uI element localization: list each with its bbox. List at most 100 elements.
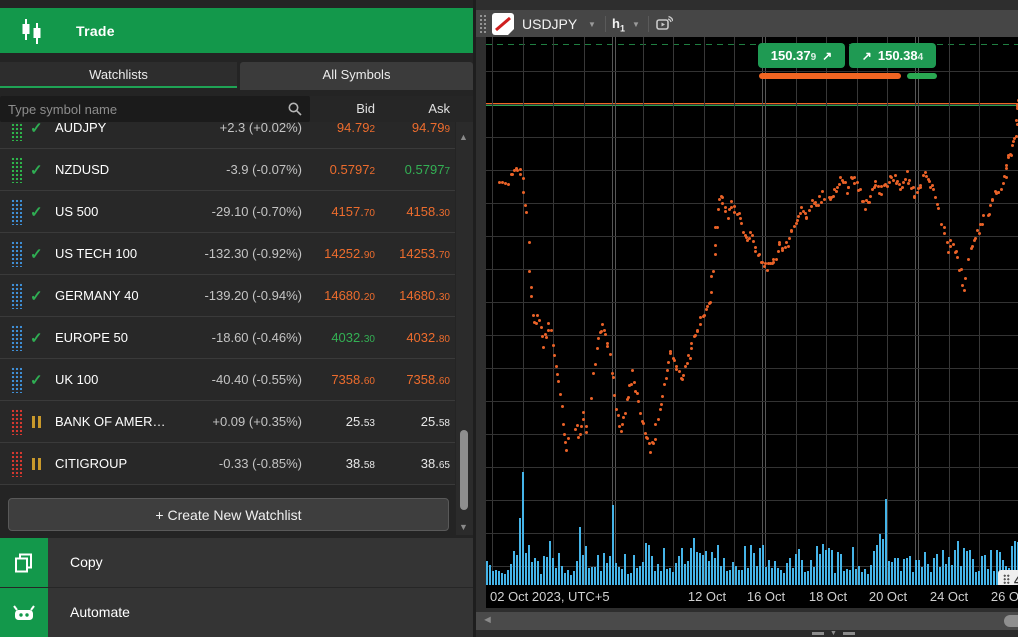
volume-bar [786, 563, 788, 585]
price-dot [931, 184, 934, 187]
price-dot [649, 451, 652, 454]
price-dot [970, 247, 973, 250]
search-input[interactable] [0, 96, 310, 122]
sell-arrow-icon: ↗ [822, 49, 832, 63]
volume-bar [912, 572, 914, 585]
search-icon[interactable] [287, 101, 303, 117]
chart-drag-handle-icon[interactable] [479, 14, 487, 33]
volume-bar [795, 554, 797, 585]
create-watchlist-button[interactable]: + Create New Watchlist [8, 498, 449, 531]
price-dot [639, 412, 642, 415]
price-dot [703, 314, 706, 317]
price-dot [559, 393, 562, 396]
price-dot [574, 428, 577, 431]
price-dot [657, 418, 660, 421]
drag-handle-icon[interactable] [11, 199, 22, 225]
gridline-v [826, 37, 827, 585]
price-dot [541, 335, 544, 338]
watchlist-scrollbar-thumb[interactable] [460, 430, 468, 510]
volume-bar [963, 548, 965, 585]
volume-bar [681, 548, 683, 585]
drag-handle-icon[interactable] [11, 283, 22, 309]
price-dot [644, 432, 647, 435]
copy-button[interactable]: Copy [0, 538, 473, 588]
price-dot [660, 403, 663, 406]
gridline-h [486, 500, 1018, 501]
drag-handle-icon[interactable] [11, 451, 22, 477]
watchlist-row[interactable]: ✓US TECH 100-132.30 (-0.92%)14252.901425… [0, 233, 455, 275]
chart-scrollbar-thumb[interactable] [1004, 615, 1018, 627]
price-dot [820, 201, 823, 204]
detach-chart-icon[interactable] [655, 15, 673, 33]
volume-bar [639, 566, 641, 585]
scroll-down-icon[interactable]: ▼ [459, 522, 468, 532]
automate-button[interactable]: Automate [0, 588, 473, 637]
price-dot [597, 337, 600, 340]
price-dot [553, 354, 556, 357]
drag-handle-icon[interactable] [11, 325, 22, 351]
change-value: -3.9 (-0.07%) [226, 162, 302, 177]
volume-bar [846, 569, 848, 585]
chart-symbol-label: USDJPY [522, 16, 577, 32]
price-dot [932, 188, 935, 191]
price-dot [799, 212, 802, 215]
drag-handle-icon[interactable] [11, 367, 22, 393]
volume-bar [888, 561, 890, 585]
price-dot [727, 217, 730, 220]
drag-handle-icon[interactable] [11, 122, 22, 141]
timeframe-label[interactable]: h1 [612, 16, 625, 34]
price-dot [633, 381, 636, 384]
timeframe-dropdown-icon[interactable]: ▼ [632, 20, 640, 29]
chart-h-scrollbar[interactable]: ◄ [476, 612, 1018, 630]
chart-type-icon[interactable] [492, 13, 514, 35]
watchlist-row[interactable]: ✓GERMANY 40-139.20 (-0.94%)14680.2014680… [0, 275, 455, 317]
volume-bar [882, 539, 884, 585]
symbol-name: CITIGROUP [55, 456, 127, 471]
price-dot [908, 179, 911, 182]
tab-watchlists[interactable]: Watchlists [0, 62, 237, 88]
watchlist-scrollbar[interactable]: ▲ ▼ [456, 122, 473, 535]
price-dot [538, 319, 541, 322]
tab-all-symbols[interactable]: All Symbols [240, 62, 473, 90]
watchlist-tabs: Watchlists All Symbols [0, 62, 473, 90]
volume-bar [729, 570, 731, 585]
drag-handle-icon[interactable] [11, 157, 22, 183]
quick-sell-button[interactable]: 150.379 ↗ [758, 43, 845, 68]
price-dot [564, 441, 567, 444]
drag-handle-icon[interactable] [11, 409, 22, 435]
volume-bar [606, 563, 608, 585]
volume-bar [495, 570, 497, 585]
volume-bar [558, 553, 560, 585]
volume-bar [519, 518, 521, 585]
collapse-handle[interactable]: ▼ [812, 631, 855, 636]
price-dot [620, 430, 623, 433]
watchlist-row[interactable]: ✓NZDUSD-3.9 (-0.07%)0.579720.57977 [0, 149, 455, 191]
watchlist-row[interactable]: ✓AUDJPY+2.3 (+0.02%)94.79294.799 [0, 122, 455, 149]
volume-bar [489, 565, 491, 585]
copy-icon [0, 538, 48, 587]
volume-bar [774, 561, 776, 585]
volume-bar [876, 545, 878, 585]
watchlist-row[interactable]: ✓EUROPE 50-18.60 (-0.46%)4032.304032.80 [0, 317, 455, 359]
drag-price-badge[interactable]: 4 [998, 570, 1018, 585]
gridline-v [492, 37, 493, 585]
watchlist-row[interactable]: ✓UK 100-40.40 (-0.55%)7358.607358.60 [0, 359, 455, 401]
price-dot [963, 289, 966, 292]
bid-price: 14252.90 [324, 246, 375, 261]
price-dot [949, 239, 952, 242]
quick-buy-button[interactable]: ↗ 150.384 [849, 43, 936, 68]
price-dot [853, 176, 856, 179]
drag-handle-icon[interactable] [11, 241, 22, 267]
scroll-left-icon[interactable]: ◄ [482, 614, 493, 626]
chart-plot-area[interactable]: 150.379 ↗ ↗ 150.384 4 [486, 37, 1018, 585]
watchlist-row[interactable]: BANK OF AMER…+0.09 (+0.35%)25.5325.58 [0, 401, 455, 443]
symbol-dropdown-icon[interactable]: ▼ [588, 20, 596, 29]
price-dot [590, 397, 593, 400]
watchlist-row[interactable]: ✓US 500-29.10 (-0.70%)4157.704158.30 [0, 191, 455, 233]
scroll-up-icon[interactable]: ▲ [459, 132, 468, 142]
price-dot [624, 412, 627, 415]
watchlist-row[interactable]: CITIGROUP-0.33 (-0.85%)38.5838.65 [0, 443, 455, 485]
symbol-name: US TECH 100 [55, 246, 137, 261]
volume-bar [789, 558, 791, 585]
volume-bar [924, 552, 926, 585]
